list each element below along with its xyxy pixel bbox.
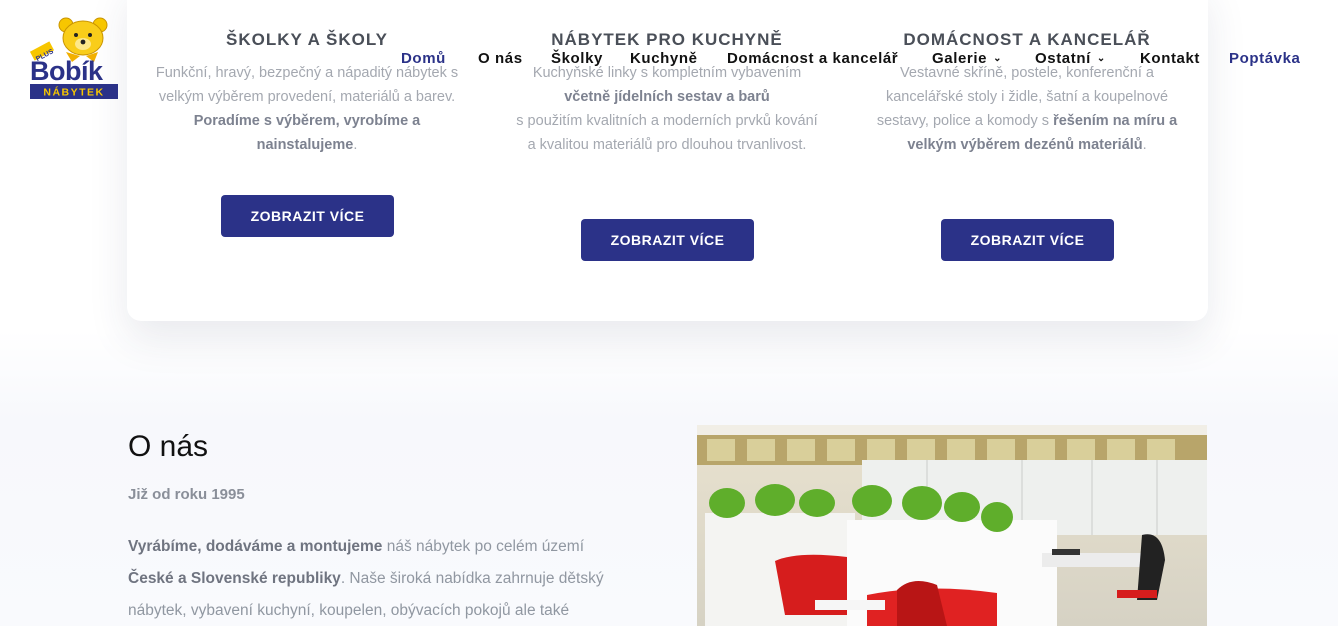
- show-more-schools-button[interactable]: ZOBRAZIT VÍCE: [221, 195, 394, 237]
- services-card: ŠKOLKY A ŠKOLY Funkční, hravý, bezpečný …: [127, 0, 1208, 321]
- show-more-kitchens-button[interactable]: ZOBRAZIT VÍCE: [581, 219, 754, 261]
- service-description: Vestavné skříně, postele, konferenční a …: [876, 65, 1178, 153]
- show-more-home-office-button[interactable]: ZOBRAZIT VÍCE: [941, 219, 1114, 261]
- nav-about[interactable]: O nás: [478, 50, 523, 67]
- about-text: Vyrábíme, dodáváme a montujeme náš nábyt…: [128, 538, 604, 619]
- about-subtitle: Již od roku 1995: [128, 486, 245, 503]
- nav-home-office[interactable]: Domácnost a kancelář: [727, 50, 898, 67]
- chevron-down-icon: ⌄: [993, 53, 1003, 64]
- nav-home[interactable]: Domů: [401, 50, 446, 67]
- nav-other[interactable]: Ostatní ⌄: [1035, 50, 1106, 67]
- svg-text:NÁBYTEK: NÁBYTEK: [43, 86, 104, 99]
- nav-kindergartens[interactable]: Školky: [551, 50, 603, 67]
- service-description: Kuchyňské linky s kompletním vybavením v…: [516, 65, 818, 153]
- office-photo: [697, 425, 1207, 626]
- service-title: ŠKOLKY A ŠKOLY: [226, 30, 388, 49]
- nav-contact[interactable]: Kontakt: [1140, 50, 1200, 67]
- service-title: NÁBYTEK PRO KUCHYNĚ: [551, 30, 783, 49]
- service-title: DOMÁCNOST A KANCELÁŘ: [903, 30, 1151, 49]
- chevron-down-icon: ⌄: [1096, 53, 1106, 64]
- nav-inquiry[interactable]: Poptávka: [1229, 50, 1301, 67]
- svg-text:Bobík: Bobík: [30, 56, 104, 86]
- nav-kitchens[interactable]: Kuchyně: [630, 50, 698, 67]
- bobik-logo[interactable]: PLUS Bobík NÁBYTEK: [28, 16, 120, 102]
- service-description: Funkční, hravý, bezpečný a nápaditý náby…: [155, 65, 459, 153]
- nav-gallery[interactable]: Galerie ⌄: [932, 50, 1002, 67]
- about-title: O nás: [128, 430, 209, 463]
